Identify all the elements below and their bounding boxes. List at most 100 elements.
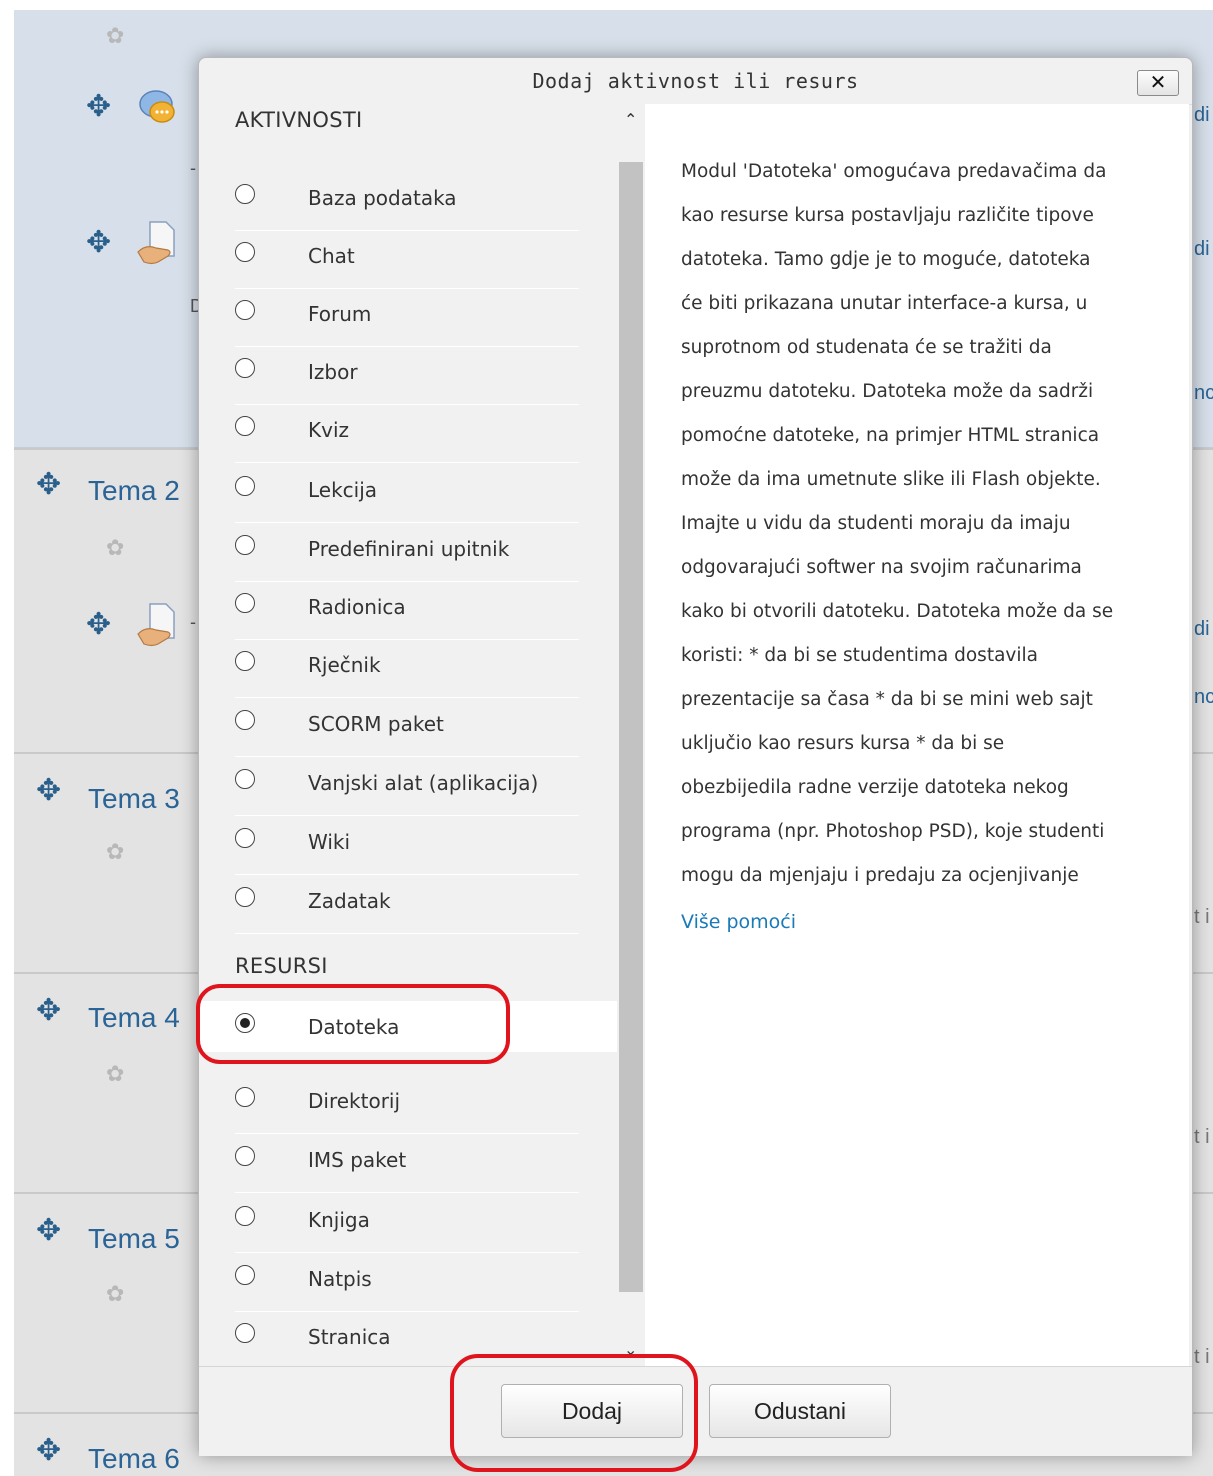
move-icon[interactable]: ✥ (36, 776, 61, 806)
move-icon[interactable]: ✥ (86, 92, 111, 122)
option-ims-paket[interactable]: IMS paket (235, 1134, 579, 1193)
radio-button[interactable] (235, 300, 255, 320)
option-direktorij[interactable]: Direktorij (235, 1075, 579, 1134)
radio-button[interactable] (235, 710, 255, 730)
move-icon[interactable]: ✥ (86, 228, 111, 258)
radio-button[interactable] (235, 769, 255, 789)
radio-button[interactable] (235, 476, 255, 496)
cog-icon[interactable]: ✿ (106, 1064, 124, 1086)
radio-button[interactable] (235, 1087, 255, 1107)
description-line: Imajte u vidu da studenti moraju da imaj… (681, 513, 1071, 534)
highlight-datoteka (196, 984, 510, 1064)
description-line: može da ima umetnute slike ili Flash obj… (681, 469, 1101, 490)
description-line: suprotnom od studenata će se tražiti da (681, 337, 1052, 358)
option-label: Kviz (308, 418, 350, 442)
radio-button[interactable] (235, 1146, 255, 1166)
description-line: Modul 'Datoteka' omogućava predavačima d… (681, 161, 1107, 182)
description-line: preuzmu datoteku. Datoteka može da sadrž… (681, 381, 1094, 402)
section-title[interactable]: Tema 6 (88, 1444, 180, 1474)
option-lekcija[interactable]: Lekcija (235, 464, 579, 523)
option-kviz[interactable]: Kviz (235, 404, 579, 463)
option-natpis[interactable]: Natpis (235, 1253, 579, 1312)
chevron-up-icon[interactable]: ⌃ (624, 110, 637, 129)
radio-button[interactable] (235, 1206, 255, 1226)
edit-fragment[interactable]: t i (1194, 1126, 1210, 1149)
option-label: SCORM paket (308, 712, 444, 736)
section-title[interactable]: Tema 2 (88, 476, 180, 506)
move-icon[interactable]: ✥ (36, 1216, 61, 1246)
move-icon[interactable]: ✥ (36, 470, 61, 500)
move-icon[interactable]: ✥ (36, 1436, 61, 1466)
option-zadatak[interactable]: Zadatak (235, 875, 579, 934)
edit-fragment[interactable]: nc (1194, 382, 1213, 405)
cog-icon[interactable]: ✿ (106, 538, 124, 560)
cog-icon[interactable]: ✿ (106, 842, 124, 864)
radio-button[interactable] (235, 242, 255, 262)
option-label: Vanjski alat (aplikacija) (308, 771, 539, 795)
option-predefinirani-upitnik[interactable]: Predefinirani upitnik (235, 523, 579, 582)
description-line: kako bi otvorili datoteku. Datoteka može… (681, 601, 1114, 622)
more-help-link[interactable]: Više pomoći (681, 911, 796, 933)
option-baza-podataka[interactable]: Baza podataka (235, 172, 579, 231)
file-resource-icon (137, 221, 175, 265)
option-label: IMS paket (308, 1148, 407, 1172)
description-line: kao resurse kursa postavljaju različite … (681, 205, 1094, 226)
radio-button[interactable] (235, 535, 255, 555)
option-list-scrollbar[interactable]: ⌃ ⌄ (617, 104, 645, 1366)
option-label: Natpis (308, 1267, 372, 1291)
option-forum[interactable]: Forum (235, 288, 579, 347)
radio-button[interactable] (235, 1323, 255, 1343)
edit-fragment[interactable]: t i (1194, 906, 1210, 929)
option-vanjski-alat[interactable]: Vanjski alat (aplikacija) (235, 757, 579, 816)
cancel-button[interactable]: Odustani (709, 1384, 891, 1438)
description-line: programa (npr. Photoshop PSD), koje stud… (681, 821, 1105, 842)
move-icon[interactable]: ✥ (86, 610, 111, 640)
edit-fragment[interactable]: di (1194, 238, 1210, 261)
radio-button[interactable] (235, 1265, 255, 1285)
option-rjecnik[interactable]: Rječnik (235, 639, 579, 698)
close-button[interactable]: ✕ (1137, 70, 1179, 96)
option-knjiga[interactable]: Knjiga (235, 1194, 579, 1253)
cog-icon[interactable]: ✿ (106, 1284, 124, 1306)
description-line: uključio kao resurs kursa * da bi se (681, 733, 1005, 754)
option-label: Lekcija (308, 478, 378, 502)
option-radionica[interactable]: Radionica (235, 581, 579, 640)
move-icon[interactable]: ✥ (36, 996, 61, 1026)
description-line: koristi: * da bi se studentima dostavila (681, 645, 1038, 666)
option-label: Baza podataka (308, 186, 457, 210)
resources-header: RESURSI (235, 954, 328, 978)
radio-button[interactable] (235, 358, 255, 378)
description-line: će biti prikazana unutar interface-a kur… (681, 293, 1088, 314)
option-label: Direktorij (308, 1089, 401, 1113)
option-label: Stranica (308, 1325, 391, 1349)
radio-button[interactable] (235, 651, 255, 671)
option-chat[interactable]: Chat (235, 230, 579, 289)
option-scorm-paket[interactable]: SCORM paket (235, 698, 579, 757)
edit-fragment[interactable]: di (1194, 618, 1210, 641)
option-label: Zadatak (308, 889, 391, 913)
option-label: Predefinirani upitnik (308, 537, 510, 561)
add-activity-dialog: Dodaj aktivnost ili resurs ✕ AKTIVNOSTI … (198, 57, 1193, 1456)
section-title[interactable]: Tema 4 (88, 1003, 180, 1033)
edit-fragment[interactable]: di (1194, 104, 1210, 127)
option-izbor[interactable]: Izbor (235, 346, 579, 405)
option-wiki[interactable]: Wiki (235, 816, 579, 875)
option-label: Knjiga (308, 1208, 370, 1232)
section-title[interactable]: Tema 3 (88, 784, 180, 814)
edit-fragment[interactable]: t i (1194, 1346, 1210, 1369)
radio-button[interactable] (235, 593, 255, 613)
section-title[interactable]: Tema 5 (88, 1224, 180, 1254)
edit-fragment[interactable]: nc (1194, 686, 1213, 709)
radio-button[interactable] (235, 828, 255, 848)
scrollbar-thumb[interactable] (619, 162, 643, 1292)
radio-button[interactable] (235, 887, 255, 907)
module-description: Modul 'Datoteka' omogućava predavačima d… (681, 150, 1171, 898)
radio-button[interactable] (235, 184, 255, 204)
option-label: Chat (308, 244, 355, 268)
description-line: prezentacije sa časa * da bi se mini web… (681, 689, 1093, 710)
radio-button[interactable] (235, 416, 255, 436)
description-line: odgovarajući softwer na svojim računarim… (681, 557, 1082, 578)
bg-fragment: - (190, 158, 196, 178)
cog-icon[interactable]: ✿ (106, 26, 124, 48)
highlight-add-button (450, 1354, 698, 1472)
